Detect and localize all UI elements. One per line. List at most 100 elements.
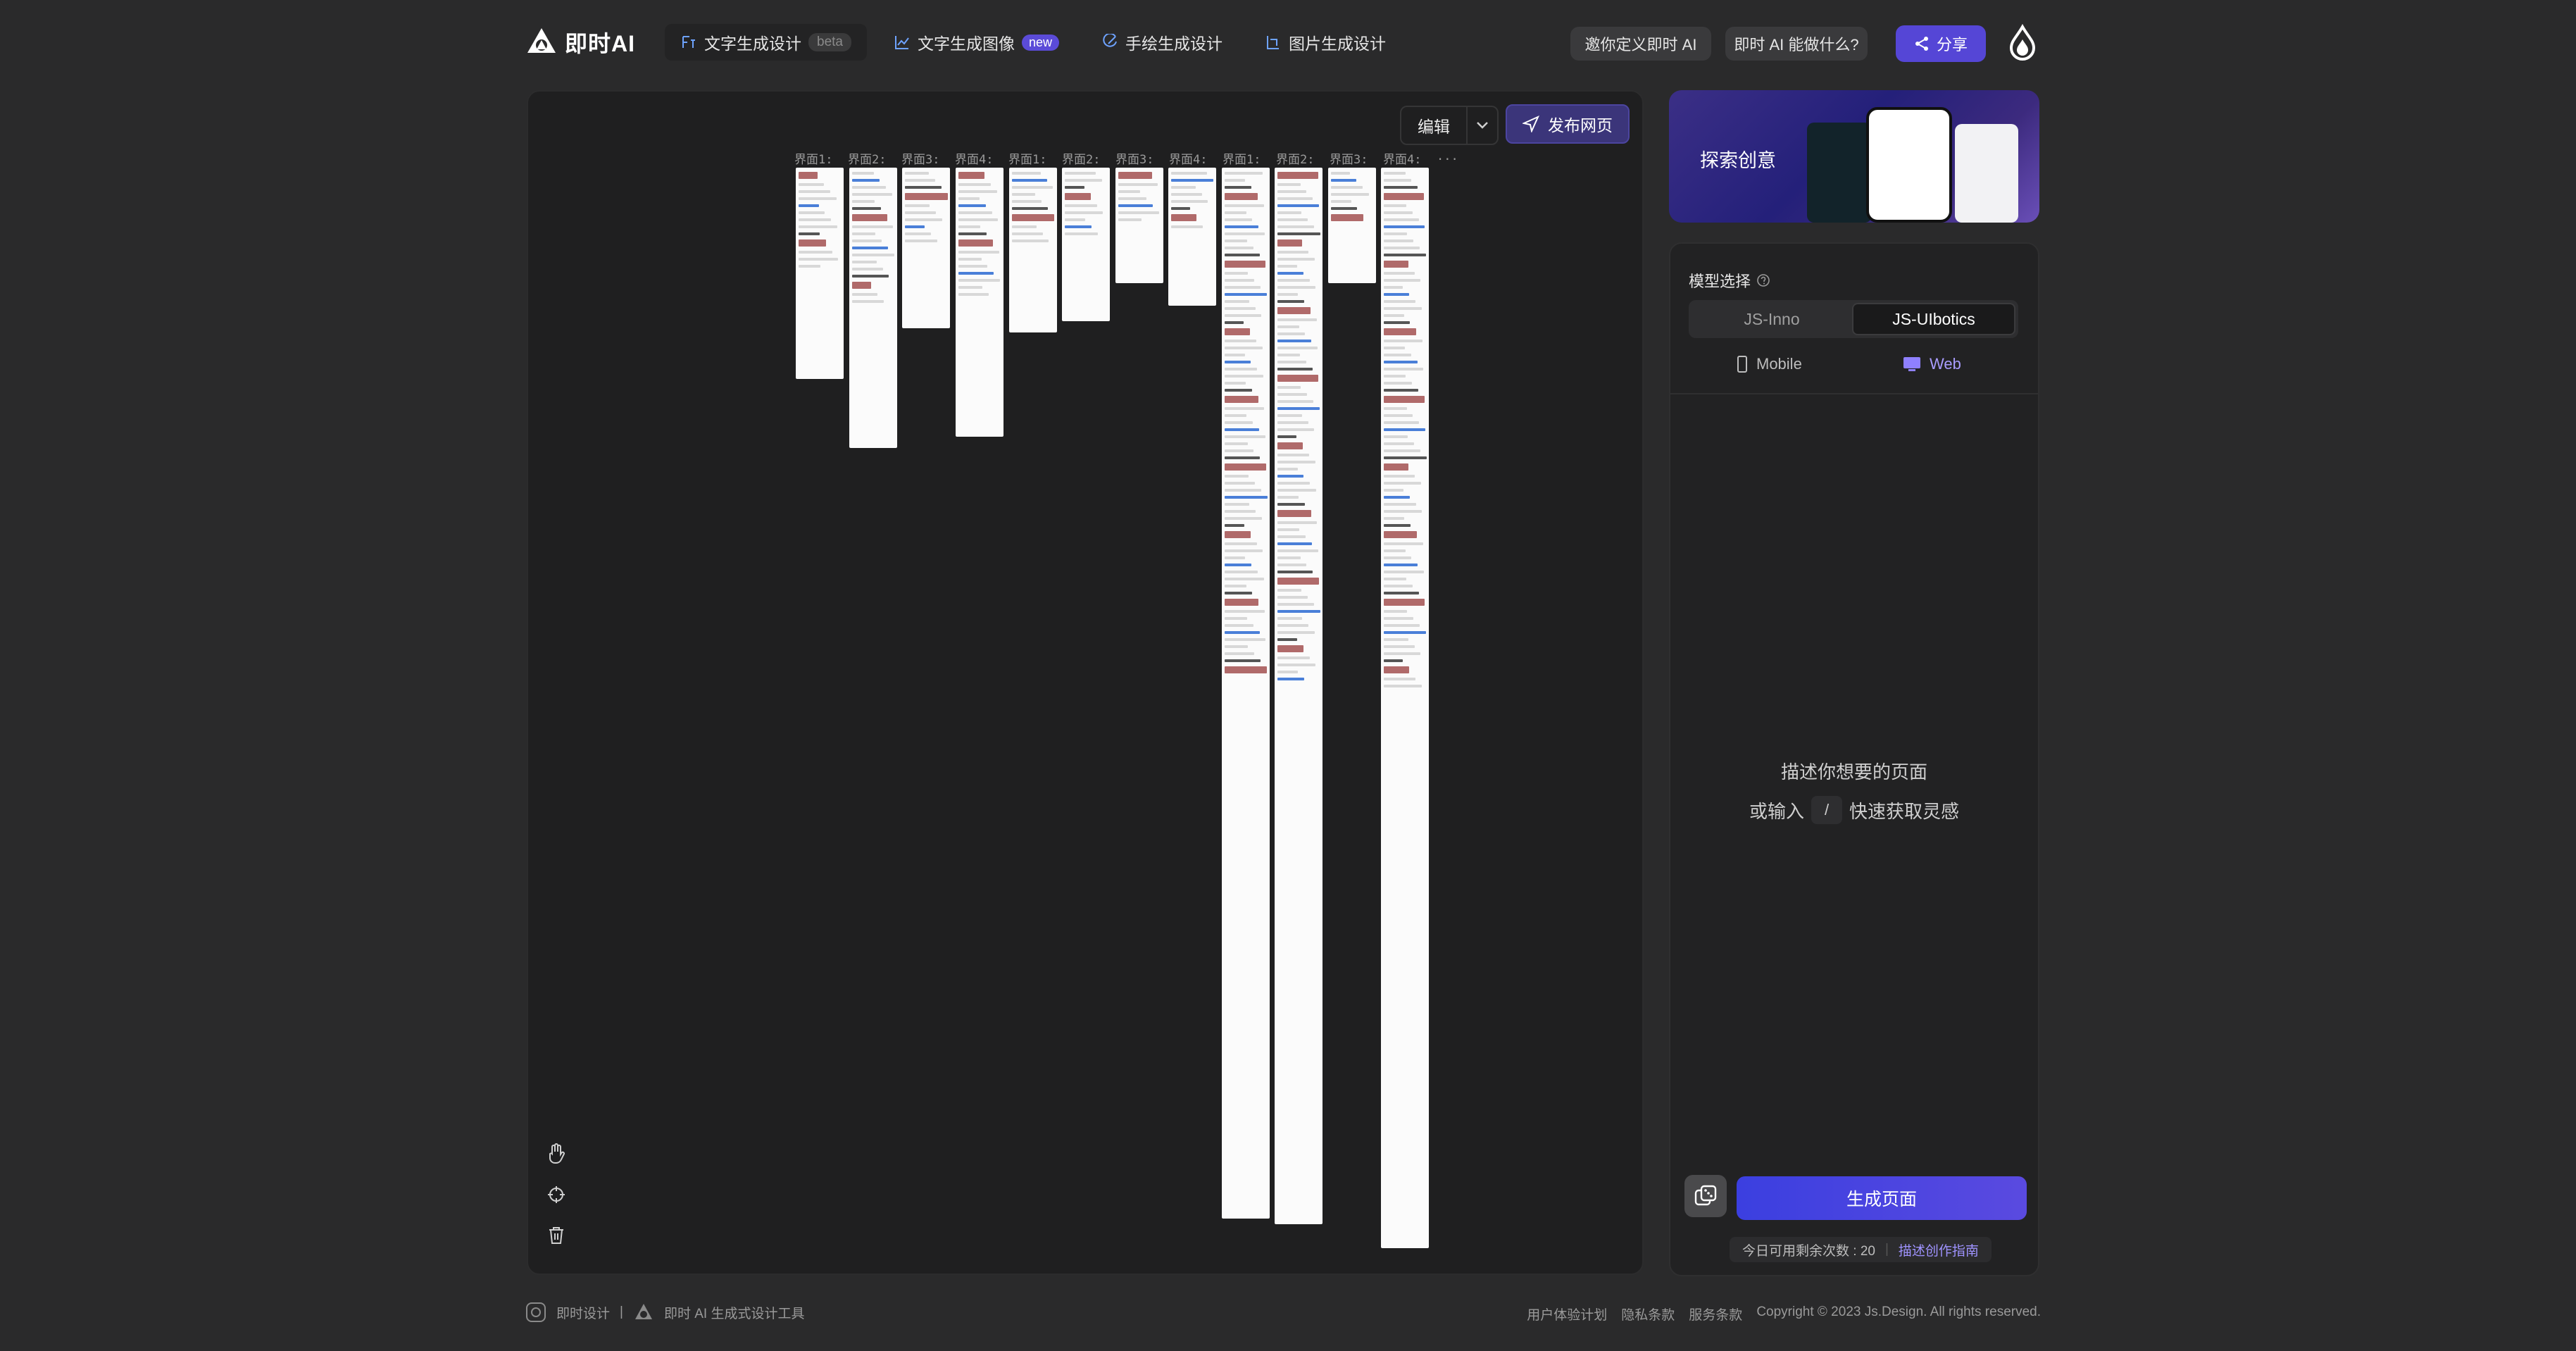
invite-button[interactable]: 邀你定义即时 AI [1570,27,1711,61]
footer-separator: | [620,1305,623,1319]
thumbnail-content-row [1118,190,1141,193]
footer-brand-name[interactable]: 即时设计 [556,1303,610,1322]
thumbnail-content-row [1277,172,1318,179]
thumbnail-content-row [1225,279,1255,282]
screen-thumbnail[interactable] [1275,168,1323,1224]
screen-thumbnail[interactable] [1009,168,1057,332]
device-label: Web [1930,355,1961,373]
hand-icon[interactable] [544,1141,569,1166]
thumbnail-content-row [1384,239,1414,242]
thumbnail-content-row [1384,361,1418,363]
explore-banner[interactable]: 探索创意 [1669,90,2039,223]
screen-thumbnail[interactable] [1328,168,1376,283]
thumbnail-content-row [1065,211,1103,214]
device-option-mobile[interactable]: Mobile [1737,355,1802,373]
share-button[interactable]: 分享 [1896,25,1986,62]
thumbnail-content-row [1225,254,1260,256]
share-label: 分享 [1936,36,1968,54]
screen-thumbnail[interactable] [902,168,950,328]
nav-sketch-design[interactable]: 手绘生成设计 [1086,24,1238,61]
thumbnail-content-row [1225,463,1267,471]
thumbnail-content-row [1384,321,1411,324]
thumbnail-content-row [1384,218,1419,221]
thumbnail-content-row [958,272,994,275]
what-can-button[interactable]: 即时 AI 能做什么? [1725,27,1868,61]
design-canvas[interactable]: 编辑 发布网页 界面1: 界面2: 界面3: 界面4: 界面1: 界面2: 界面… [527,90,1644,1275]
screen-thumbnail[interactable] [849,168,897,448]
thumbnail-content-row [1277,400,1313,403]
help-icon[interactable] [1756,273,1770,287]
nav-text-image[interactable]: 文字生成图像 new [878,24,1075,61]
chevron-down-icon[interactable] [1468,107,1497,144]
device-option-web[interactable]: Web [1903,355,1961,373]
beta-badge: beta [808,33,851,51]
thumbnail-content-row [1384,232,1408,235]
thumbnail-content-row [1225,172,1263,175]
model-option-inno[interactable]: JS-Inno [1692,303,1852,335]
nav-label: 文字生成设计 [704,35,801,53]
nav-text-design[interactable]: 文字生成设计 beta [665,24,867,61]
thumbnail-content-row [1277,347,1318,349]
thumbnail-content-row [1277,218,1308,221]
thumbnail-content-row [1384,542,1423,545]
thumbnail-content-row [958,218,999,221]
thumbnail-content-row [1277,407,1320,410]
guide-link[interactable]: 描述创作指南 [1899,1240,1979,1259]
thumbnail-content-row [1277,354,1300,356]
screen-thumbnail[interactable] [1115,168,1163,283]
user-avatar-icon[interactable] [2004,24,2041,61]
thumbnail-content-row [1171,172,1207,175]
edit-dropdown[interactable]: 编辑 [1400,106,1499,145]
screen-thumbnail[interactable] [1381,168,1429,1248]
phone-mockup-center [1866,107,1952,223]
screen-thumbnail[interactable] [1222,168,1270,1219]
send-icon [1523,116,1539,132]
frame-label: 界面4: [1383,153,1422,167]
random-prompt-button[interactable] [1684,1175,1727,1217]
publish-button[interactable]: 发布网页 [1506,104,1630,144]
trash-icon[interactable] [544,1223,569,1248]
thumbnail-content-row [1384,435,1408,438]
thumbnail-content-row [1171,225,1203,228]
thumbnail-content-row [1225,211,1246,214]
thumbnail-content-row [1225,232,1265,235]
thumbnail-content-row [1225,414,1247,417]
thumbnail-content-row [1384,293,1410,296]
screen-thumbnail[interactable] [1062,168,1110,321]
crosshair-icon[interactable] [544,1182,569,1207]
thumbnail-content-row [1225,307,1256,310]
nav-image-design[interactable]: 图片生成设计 [1249,24,1401,61]
footer-link-privacy[interactable]: 隐私条款 [1621,1305,1675,1324]
frame-label: 界面3: [901,153,940,167]
thumbnail-content-row [1225,225,1259,228]
edit-button[interactable]: 编辑 [1401,107,1468,144]
thumbnail-content-row [1225,531,1251,538]
thumbnail-content-row [1012,200,1042,203]
thumbnail-content-row [1277,318,1317,321]
pencil-icon [1103,34,1117,47]
model-option-uibotics[interactable]: JS-UIbotics [1852,303,2015,335]
thumbnail-content-row [1384,638,1408,641]
thumbnail-content-row [1225,389,1252,392]
thumbnail-content-row [905,225,925,228]
frame-label: 界面1: [1008,153,1047,167]
thumbnail-content-row [1331,207,1358,210]
footer-link-terms[interactable]: 服务条款 [1689,1305,1742,1324]
footer-link-ux-plan[interactable]: 用户体验计划 [1527,1305,1607,1324]
thumbnail-content-row [1277,528,1300,531]
thumbnail-content-row [1012,214,1054,221]
thumbnail-content-row [1225,204,1264,207]
thumbnail-content-row [1384,482,1422,485]
screen-thumbnail[interactable] [1168,168,1216,306]
thumbnail-content-row [1225,482,1255,485]
screen-thumbnail[interactable] [956,168,1003,437]
screen-thumbnail[interactable] [796,168,844,379]
generate-page-button[interactable]: 生成页面 [1737,1176,2027,1220]
app-logo[interactable]: 即时AI [525,25,635,59]
thumbnail-content-row [958,293,989,296]
thumbnail-content-row [1225,510,1256,513]
thumbnail-content-row [1225,666,1267,673]
footer-tagline[interactable]: 即时 AI 生成式设计工具 [664,1303,805,1322]
thumbnail-content-row [1384,496,1410,499]
thumbnail-content-row [1225,186,1252,189]
